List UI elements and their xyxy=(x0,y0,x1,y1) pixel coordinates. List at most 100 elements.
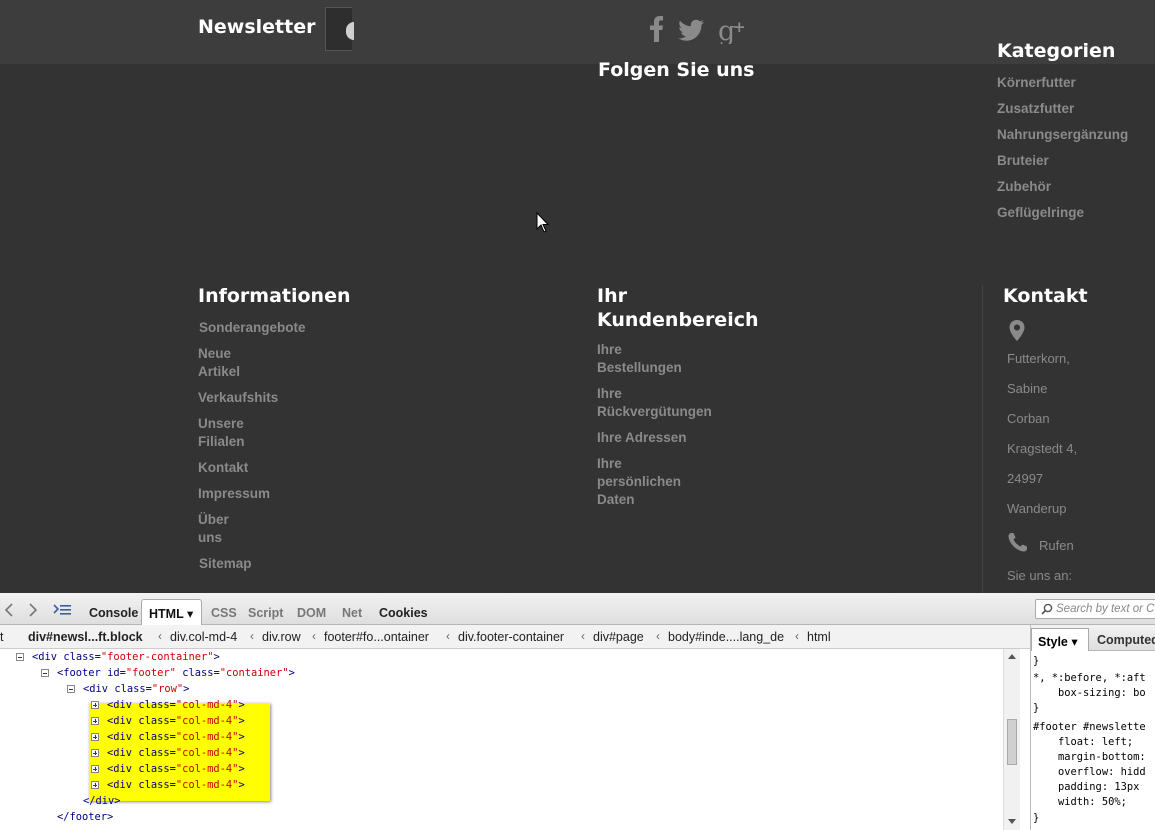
breadcrumb-separator-icon: ‹ xyxy=(158,629,162,643)
html-node[interactable]: <div class="row"> xyxy=(83,681,189,697)
expand-toggle-icon[interactable] xyxy=(91,717,99,725)
collapse-toggle-icon[interactable] xyxy=(41,669,49,677)
breadcrumb-item[interactable]: t xyxy=(0,630,3,644)
info-link[interactable]: Über uns xyxy=(198,511,229,547)
css-line[interactable]: width: 50%; xyxy=(1033,795,1127,810)
breadcrumb-item[interactable]: div#page xyxy=(593,630,644,644)
newsletter-input[interactable] xyxy=(325,7,354,51)
breadcrumb-item-selected[interactable]: div#newsl...ft.block xyxy=(28,630,143,644)
html-tree-pane: <div class="footer-container"> <footer i… xyxy=(0,649,1003,830)
facebook-icon[interactable] xyxy=(650,16,663,42)
css-line[interactable]: float: left; xyxy=(1033,735,1133,750)
css-line: } xyxy=(1033,812,1040,824)
kunden-link[interactable]: Ihre Rückvergütungen xyxy=(597,385,712,421)
html-close-div[interactable]: </div> xyxy=(83,793,121,809)
back-arrow-icon[interactable] xyxy=(3,603,15,617)
info-link[interactable]: Sonderangebote xyxy=(199,319,306,337)
breadcrumb-item[interactable]: div.col-md-4 xyxy=(170,630,237,644)
svg-text:+: + xyxy=(733,18,746,36)
tab-css[interactable]: CSS xyxy=(211,606,237,620)
expand-toggle-icon[interactable] xyxy=(91,781,99,789)
html-node-col[interactable]: <div class="col-md-4"> xyxy=(107,777,245,793)
css-line[interactable]: box-sizing: bo xyxy=(1033,686,1146,701)
css-line[interactable]: margin-bottom: xyxy=(1033,750,1146,765)
kategorie-link[interactable]: Zubehör xyxy=(997,178,1051,196)
tab-computed[interactable]: Computed xyxy=(1097,633,1155,647)
kunden-link[interactable]: Ihre Bestellungen xyxy=(597,341,682,377)
css-line[interactable]: padding: 13px xyxy=(1033,780,1139,795)
informationen-title: Informationen xyxy=(198,285,351,307)
kategorie-link[interactable]: Geflügelringe xyxy=(997,204,1084,222)
tab-dom[interactable]: DOM xyxy=(297,606,326,620)
info-link[interactable]: Verkaufshits xyxy=(198,389,278,407)
breadcrumb-item[interactable]: body#inde....lang_de xyxy=(668,630,784,644)
kunden-link[interactable]: Ihre persönlichen Daten xyxy=(597,455,681,509)
expand-toggle-icon[interactable] xyxy=(91,749,99,757)
expand-toggle-icon[interactable] xyxy=(91,701,99,709)
follow-title: Folgen Sie uns xyxy=(598,59,755,81)
kategorie-link[interactable]: Bruteier xyxy=(997,152,1049,170)
info-link[interactable]: Sitemap xyxy=(199,555,252,573)
tab-net[interactable]: Net xyxy=(342,606,362,620)
kunden-link[interactable]: Ihre Adressen xyxy=(597,429,687,447)
forward-arrow-icon[interactable] xyxy=(27,603,39,617)
css-line[interactable]: #footer #newslette xyxy=(1033,720,1146,735)
kategorie-link[interactable]: Körnerfutter xyxy=(997,74,1076,92)
kontakt-divider xyxy=(982,285,983,593)
kategorie-link[interactable]: Zusatzfutter xyxy=(997,100,1074,118)
tab-console[interactable]: Console xyxy=(89,606,138,620)
breadcrumb-separator-icon: ‹ xyxy=(656,629,660,643)
kontakt-title: Kontakt xyxy=(1003,285,1088,307)
kundenbereich-title: Ihr Kundenbereich xyxy=(597,285,759,331)
css-line[interactable]: *, *:before, *:aft xyxy=(1033,671,1146,686)
html-node-col[interactable]: <div class="col-md-4"> xyxy=(107,713,245,729)
devtools-panel: Console HTML ▾ CSS Script DOM Net Cookie… xyxy=(0,593,1155,830)
html-node[interactable]: <footer id="footer" class="container"> xyxy=(57,665,295,681)
breadcrumb-item[interactable]: footer#fo...ontainer xyxy=(324,630,429,644)
devtools-search-input[interactable]: Search by text or CSS xyxy=(1035,599,1155,619)
html-node-col[interactable]: <div class="col-md-4"> xyxy=(107,745,245,761)
html-node-col[interactable]: <div class="col-md-4"> xyxy=(107,761,245,777)
html-node-col[interactable]: <div class="col-md-4"> xyxy=(107,729,245,745)
tab-style[interactable]: Style ▾ xyxy=(1031,628,1089,651)
html-close-footer[interactable]: </footer> xyxy=(57,809,113,825)
html-pane-scrollbar[interactable] xyxy=(1003,649,1020,830)
html-node[interactable]: <div class="footer-container"> xyxy=(32,649,220,665)
scrollbar-thumb[interactable] xyxy=(1007,719,1017,765)
breadcrumb-separator-icon: ‹ xyxy=(250,629,254,643)
breadcrumb-item[interactable]: div.row xyxy=(262,630,301,644)
footer-top-band xyxy=(0,0,1155,64)
breadcrumb-separator-icon: ‹ xyxy=(446,629,450,643)
twitter-icon[interactable] xyxy=(678,19,704,41)
breadcrumb-separator-icon: ‹ xyxy=(581,629,585,643)
kategorien-title: Kategorien xyxy=(997,40,1116,62)
breadcrumb-item[interactable]: div.footer-container xyxy=(458,630,564,644)
css-line: } xyxy=(1033,702,1040,714)
address-line: 24997 xyxy=(1007,471,1044,486)
phone-text: Sie uns an: xyxy=(1007,568,1073,583)
html-node-col[interactable]: <div class="col-md-4"> xyxy=(107,697,245,713)
breadcrumb-item[interactable]: html xyxy=(807,630,831,644)
css-line[interactable]: overflow: hidd xyxy=(1033,765,1146,780)
expand-toggle-icon[interactable] xyxy=(91,765,99,773)
phone-label[interactable]: Rufen xyxy=(1039,538,1074,554)
address-line: Corban xyxy=(1007,411,1050,426)
collapse-toggle-icon[interactable] xyxy=(16,653,24,661)
scroll-down-icon[interactable] xyxy=(1008,819,1016,825)
tab-script[interactable]: Script xyxy=(248,606,283,620)
info-link[interactable]: Unsere Filialen xyxy=(198,415,245,451)
command-line-icon[interactable] xyxy=(53,603,73,617)
info-link[interactable]: Kontakt xyxy=(198,459,248,477)
collapse-toggle-icon[interactable] xyxy=(67,685,75,693)
tab-cookies[interactable]: Cookies xyxy=(379,606,428,620)
tab-html[interactable]: HTML ▾ xyxy=(141,599,202,625)
tab-html-label: HTML ▾ xyxy=(149,607,194,621)
info-link[interactable]: Neue Artikel xyxy=(198,345,240,381)
info-link[interactable]: Impressum xyxy=(198,485,270,503)
kategorie-link[interactable]: Nahrungsergänzung xyxy=(997,126,1128,144)
expand-toggle-icon[interactable] xyxy=(91,733,99,741)
scroll-up-icon[interactable] xyxy=(1008,653,1016,659)
search-placeholder: Search by text or CSS xyxy=(1056,603,1155,615)
mouse-cursor-icon xyxy=(536,212,550,233)
google-plus-icon[interactable]: g + xyxy=(718,16,746,44)
